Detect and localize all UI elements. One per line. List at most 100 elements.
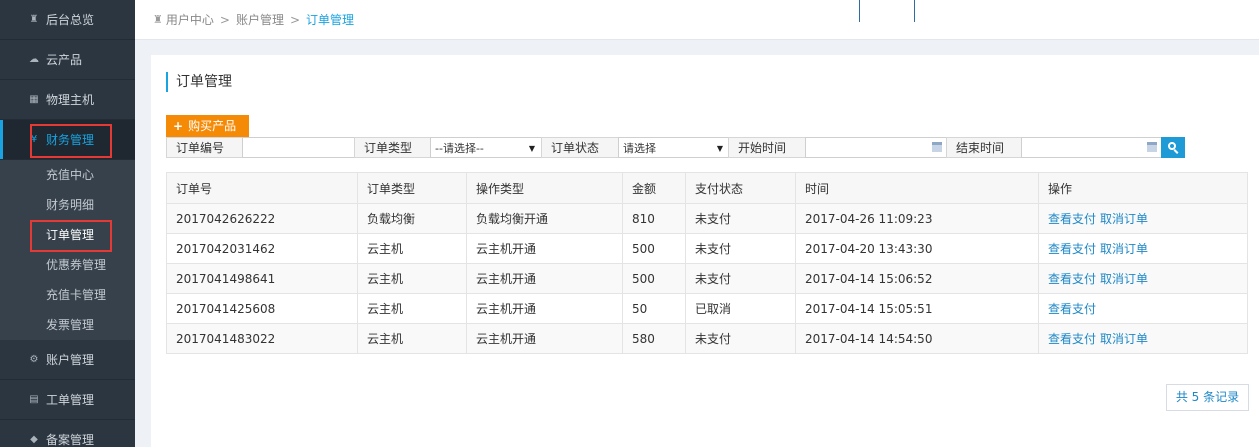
highlight-finance <box>30 124 112 158</box>
sidebar-item-cloud[interactable]: ☁ 云产品 <box>0 40 135 80</box>
sidebar-item-account[interactable]: ⚙ 账户管理 <box>0 340 135 380</box>
page-title: 订单管理 <box>166 72 232 92</box>
order-status-select[interactable]: 请选择 ▼ <box>618 137 730 158</box>
cell-actions: 查看支付 取消订单 <box>1038 203 1248 234</box>
table-row: 2017042626222 负载均衡 负载均衡开通 810 未支付 2017-0… <box>166 203 1248 234</box>
ticket-icon: ▤ <box>29 394 39 405</box>
sidebar-item-overview[interactable]: ♜ 后台总览 <box>0 0 135 40</box>
cell-pay-status: 未支付 <box>685 263 796 294</box>
col-op-type: 操作类型 <box>466 172 623 204</box>
submenu-item-invoices[interactable]: 发票管理 <box>0 310 135 340</box>
sidebar-item-filing[interactable]: ◆ 备案管理 <box>0 420 135 447</box>
cell-order-no: 2017041498641 <box>166 263 358 294</box>
calendar-icon[interactable] <box>932 142 942 152</box>
breadcrumb-orders: 订单管理 <box>306 13 355 27</box>
start-time-input[interactable] <box>805 137 947 158</box>
topbar-divider <box>859 0 860 22</box>
cell-actions: 查看支付 取消订单 <box>1038 323 1248 354</box>
cell-actions: 查看支付 <box>1038 293 1248 324</box>
sidebar-item-label: 工单管理 <box>46 393 95 407</box>
cancel-order-link[interactable]: 取消订单 <box>1100 332 1148 346</box>
submenu-item-coupons[interactable]: 优惠券管理 <box>0 250 135 280</box>
cell-pay-status: 未支付 <box>685 203 796 234</box>
sidebar-item-label: 云产品 <box>46 53 83 67</box>
view-payment-link[interactable]: 查看支付 <box>1048 212 1096 226</box>
cell-order-no: 2017041425608 <box>166 293 358 324</box>
cell-amount: 50 <box>622 293 686 324</box>
end-time-label: 结束时间 <box>946 137 1022 158</box>
dropdown-arrow-icon: ▼ <box>716 144 723 153</box>
col-time: 时间 <box>795 172 1039 204</box>
col-amount: 金额 <box>622 172 686 204</box>
cell-order-no: 2017042626222 <box>166 203 358 234</box>
order-no-label: 订单编号 <box>166 137 243 158</box>
cell-order-no: 2017041483022 <box>166 323 358 354</box>
users-icon: ⚙ <box>29 354 39 365</box>
cell-order-no: 2017042031462 <box>166 233 358 264</box>
cell-pay-status: 已取消 <box>685 293 796 324</box>
cell-op-type: 云主机开通 <box>466 323 623 354</box>
order-type-value: --请选择-- <box>435 142 484 155</box>
buy-product-label: 购买产品 <box>188 119 237 133</box>
record-count: 共 5 条记录 <box>1166 384 1249 411</box>
end-time-input[interactable] <box>1021 137 1162 158</box>
sidebar-item-tickets[interactable]: ▤ 工单管理 <box>0 380 135 420</box>
table-row: 2017041425608 云主机 云主机开通 50 已取消 2017-04-1… <box>166 293 1248 324</box>
search-button[interactable] <box>1161 137 1185 158</box>
cancel-order-link[interactable]: 取消订单 <box>1100 212 1148 226</box>
table-header-row: 订单号 订单类型 操作类型 金额 支付状态 时间 操作 <box>166 172 1248 204</box>
orders-table: 订单号 订单类型 操作类型 金额 支付状态 时间 操作 201704262622… <box>166 172 1248 354</box>
table-row: 2017041498641 云主机 云主机开通 500 未支付 2017-04-… <box>166 263 1248 294</box>
view-payment-link[interactable]: 查看支付 <box>1048 332 1096 346</box>
start-time-label: 开始时间 <box>728 137 806 158</box>
home-icon: ♜ <box>29 14 39 25</box>
cell-pay-status: 未支付 <box>685 323 796 354</box>
cell-op-type: 云主机开通 <box>466 293 623 324</box>
order-status-label: 订单状态 <box>541 137 619 158</box>
cancel-order-link[interactable]: 取消订单 <box>1100 272 1148 286</box>
cell-amount: 500 <box>622 233 686 264</box>
cell-time: 2017-04-14 14:54:50 <box>795 323 1039 354</box>
order-type-select[interactable]: --请选择-- ▼ <box>430 137 542 158</box>
cell-order-type: 云主机 <box>357 233 467 264</box>
cell-op-type: 负载均衡开通 <box>466 203 623 234</box>
table-row: 2017041483022 云主机 云主机开通 580 未支付 2017-04-… <box>166 323 1248 354</box>
cell-order-type: 云主机 <box>357 263 467 294</box>
filter-bar: 订单编号 订单类型 --请选择-- ▼ 订单状态 请选择 ▼ 开始时间 结束时间 <box>166 137 1186 158</box>
cell-order-type: 负载均衡 <box>357 203 467 234</box>
view-payment-link[interactable]: 查看支付 <box>1048 272 1096 286</box>
cell-pay-status: 未支付 <box>685 233 796 264</box>
sidebar-item-label: 备案管理 <box>46 433 95 447</box>
col-order-type: 订单类型 <box>357 172 467 204</box>
content-panel: 订单管理 + 购买产品 订单编号 订单类型 --请选择-- ▼ 订单状态 请选择 … <box>151 55 1259 447</box>
submenu-item-finance-detail[interactable]: 财务明细 <box>0 190 135 220</box>
calendar-icon[interactable] <box>1147 142 1157 152</box>
view-payment-link[interactable]: 查看支付 <box>1048 302 1096 316</box>
sidebar-item-label: 账户管理 <box>46 353 95 367</box>
cell-amount: 580 <box>622 323 686 354</box>
cell-order-type: 云主机 <box>357 323 467 354</box>
cell-time: 2017-04-26 11:09:23 <box>795 203 1039 234</box>
cancel-order-link[interactable]: 取消订单 <box>1100 242 1148 256</box>
submenu-item-recharge-cards[interactable]: 充值卡管理 <box>0 280 135 310</box>
col-pay-status: 支付状态 <box>685 172 796 204</box>
cell-amount: 810 <box>622 203 686 234</box>
breadcrumb-user-center[interactable]: 用户中心 <box>166 11 214 28</box>
cell-actions: 查看支付 取消订单 <box>1038 263 1248 294</box>
cell-actions: 查看支付 取消订单 <box>1038 233 1248 264</box>
cell-order-type: 云主机 <box>357 293 467 324</box>
breadcrumb-account[interactable]: 账户管理 <box>236 11 284 28</box>
order-no-input[interactable] <box>242 137 355 158</box>
sidebar-item-physical-host[interactable]: ▦ 物理主机 <box>0 80 135 120</box>
highlight-orders <box>30 220 112 252</box>
submenu-item-recharge[interactable]: 充值中心 <box>0 160 135 190</box>
view-payment-link[interactable]: 查看支付 <box>1048 242 1096 256</box>
cloud-icon: ☁ <box>29 54 39 65</box>
shield-icon: ◆ <box>30 434 38 445</box>
cell-time: 2017-04-14 15:06:52 <box>795 263 1039 294</box>
breadcrumb-separator: > <box>289 12 301 27</box>
dropdown-arrow-icon: ▼ <box>528 144 535 153</box>
buy-product-button[interactable]: + 购买产品 <box>166 115 249 137</box>
plus-icon: + <box>173 119 184 133</box>
sidebar-item-label: 物理主机 <box>46 93 95 107</box>
